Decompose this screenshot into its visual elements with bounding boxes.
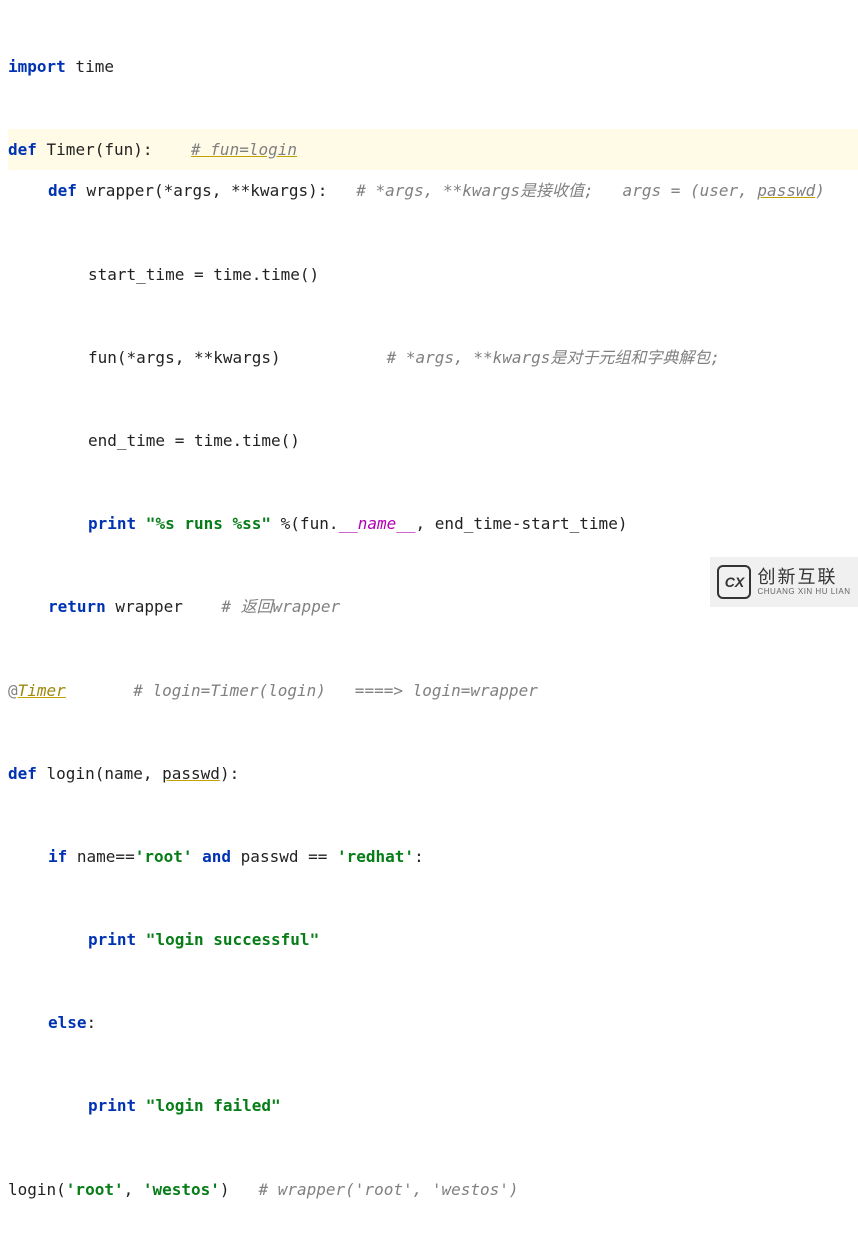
keyword-and: and	[193, 847, 241, 866]
code-text: name==	[67, 847, 134, 866]
code-line: def wrapper(*args, **kwargs): # *args, *…	[8, 170, 858, 212]
code-line: if name=='root' and passwd == 'redhat':	[8, 836, 858, 878]
code-line: end_time = time.time()	[8, 420, 858, 462]
keyword-def: def	[8, 764, 37, 783]
string: "login failed"	[136, 1096, 281, 1115]
code-text: passwd ==	[241, 847, 337, 866]
code-text: end_time = time.time()	[88, 431, 300, 450]
code-text: time	[66, 57, 114, 76]
watermark: CX 创新互联 CHUANG XIN HU LIAN	[710, 557, 858, 607]
decorator-at: @	[8, 681, 18, 700]
code-text: )	[220, 1180, 230, 1199]
watermark-text: 创新互联 CHUANG XIN HU LIAN	[757, 568, 850, 597]
comment: # fun=login	[191, 140, 297, 159]
keyword-def: def	[8, 140, 37, 159]
code-line: else:	[8, 1002, 858, 1044]
watermark-logo-icon: CX	[717, 565, 751, 599]
code-line: def login(name, passwd):	[8, 753, 858, 795]
code-text: Timer(fun):	[37, 140, 153, 159]
comment: # login=Timer(login) ====> login=wrapper	[133, 681, 538, 700]
keyword-def: def	[48, 181, 77, 200]
code-line-highlight: def Timer(fun): # fun=login	[8, 129, 858, 171]
code-text: wrapper(*args, **kwargs):	[77, 181, 327, 200]
keyword-if: if	[48, 847, 67, 866]
comment: # 返回wrapper	[221, 597, 340, 616]
code-line: print "login successful"	[8, 919, 858, 961]
string: 'root'	[135, 847, 193, 866]
keyword-print: print	[88, 1096, 136, 1115]
keyword-print: print	[88, 930, 136, 949]
string: "%s runs %ss"	[136, 514, 271, 533]
keyword-print: print	[88, 514, 136, 533]
code-text: , end_time-start_time)	[416, 514, 628, 533]
code-line: @Timer # login=Timer(login) ====> login=…	[8, 670, 858, 712]
comment: # *args, **kwargs是对于元组和字典解包;	[387, 348, 720, 367]
keyword-else: else	[48, 1013, 87, 1032]
code-text: login(	[8, 1180, 66, 1199]
code-text: ,	[124, 1180, 143, 1199]
code-line: import time	[8, 46, 858, 88]
decorator-name: Timer	[18, 681, 66, 700]
watermark-en: CHUANG XIN HU LIAN	[757, 588, 850, 597]
keyword-import: import	[8, 57, 66, 76]
code-line: print "login failed"	[8, 1085, 858, 1127]
comment: # *args, **kwargs是接收值; args = (user, pas…	[356, 181, 825, 200]
code-line: print "%s runs %ss" %(fun.__name__, end_…	[8, 503, 858, 545]
code-line: fun(*args, **kwargs) # *args, **kwargs是对…	[8, 337, 858, 379]
string: 'westos'	[143, 1180, 220, 1199]
code-line: start_time = time.time()	[8, 254, 858, 296]
code-text: login(name, passwd):	[37, 764, 239, 783]
code-text: start_time = time.time()	[88, 265, 319, 284]
code-block: import time def Timer(fun): # fun=login …	[0, 0, 858, 1234]
comment: # wrapper('root', 'westos')	[258, 1180, 518, 1199]
string: 'root'	[66, 1180, 124, 1199]
dunder: __name__	[338, 514, 415, 533]
code-text: :	[414, 847, 424, 866]
code-text: fun(*args, **kwargs)	[88, 348, 281, 367]
code-text: :	[87, 1013, 97, 1032]
code-line: login('root', 'westos') # wrapper('root'…	[8, 1169, 858, 1211]
code-text: %(fun.	[271, 514, 338, 533]
string: 'redhat'	[337, 847, 414, 866]
string: "login successful"	[136, 930, 319, 949]
watermark-cn: 创新互联	[757, 568, 850, 588]
code-text: wrapper	[106, 597, 183, 616]
keyword-return: return	[48, 597, 106, 616]
